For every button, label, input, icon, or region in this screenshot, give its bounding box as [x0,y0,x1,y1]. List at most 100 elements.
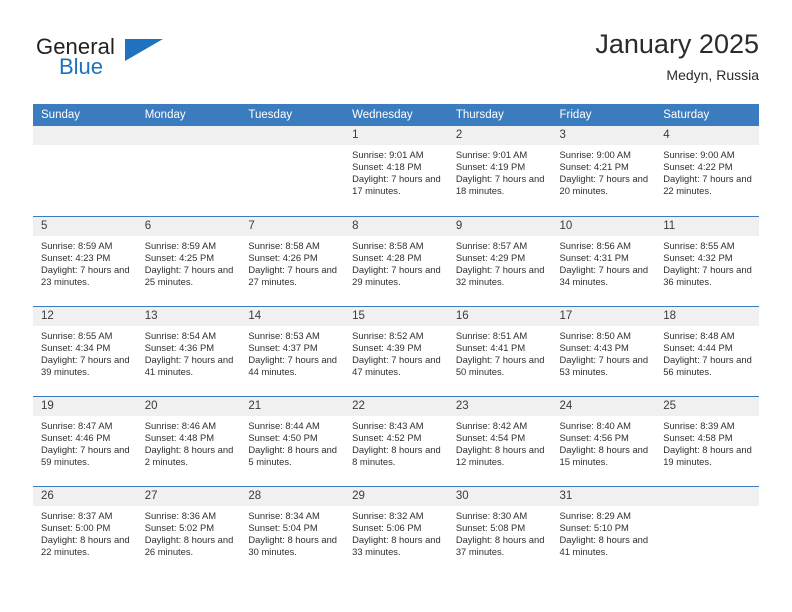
sunset-text: Sunset: 5:06 PM [352,521,422,533]
calendar-day-cell[interactable]: 30 Sunrise: 8:30 AM Sunset: 5:08 PM Dayligh… [447,485,552,576]
calendar-day-cell[interactable]: 12 Sunrise: 8:55 AM Sunset: 4:34 PM Dayligh… [33,305,137,396]
calendar-week-row: 19 Sunrise: 8:47 AM Sunset: 4:46 PM Dayligh… [33,395,759,486]
day-number: 22 [344,396,448,416]
sunset-text: Sunset: 4:22 PM [663,161,733,173]
sunrise-text: Sunrise: 8:57 AM [455,239,528,251]
day-sun-info: Sunrise: 8:43 AM Sunset: 4:52 PM Daylight:… [344,416,448,468]
daylight-text: Daylight: 7 hours and 50 minutes. [455,353,545,377]
sunrise-text: Sunrise: 8:39 AM [663,419,735,431]
day-number [33,126,137,145]
day-number: 8 [344,216,448,236]
daylight-text: Daylight: 7 hours and 29 minutes. [352,263,441,287]
day-number: 3 [551,126,656,145]
day-sun-info: Sunrise: 9:00 AM Sunset: 4:22 PM Daylight:… [655,145,759,197]
calendar-day-cell[interactable]: 18 Sunrise: 8:48 AM Sunset: 4:44 PM Dayligh… [655,305,759,396]
sunset-text: Sunset: 5:00 PM [41,521,111,533]
sunrise-text: Sunrise: 9:00 AM [559,149,631,160]
logo-text-blue: Blue [59,54,104,79]
daylight-text: Daylight: 7 hours and 36 minutes. [663,263,752,287]
general-blue-logo: General Blue [33,34,253,90]
day-number: 11 [655,216,759,236]
calendar-day-cell[interactable]: 17 Sunrise: 8:50 AM Sunset: 4:43 PM Dayligh… [551,305,656,396]
calendar-day-cell[interactable]: 28 Sunrise: 8:34 AM Sunset: 5:04 PM Dayligh… [240,485,345,576]
sunrise-text: Sunrise: 8:29 AM [559,509,631,521]
day-sun-info: Sunrise: 8:52 AM Sunset: 4:39 PM Daylight:… [344,326,448,378]
sunrise-text: Sunrise: 8:55 AM [663,239,735,251]
day-number: 23 [447,396,552,416]
calendar-day-cell[interactable]: 29 Sunrise: 8:32 AM Sunset: 5:06 PM Dayligh… [344,485,448,576]
calendar-day-cell[interactable]: 6 Sunrise: 8:59 AM Sunset: 4:25 PM Daylight… [136,215,241,306]
calendar-day-cell-empty [33,126,137,216]
day-number: 26 [33,486,137,506]
day-sun-info: Sunrise: 8:36 AM Sunset: 5:02 PM Daylight:… [137,506,241,558]
sunset-text: Sunset: 4:29 PM [455,251,526,263]
calendar-day-cell[interactable]: 22 Sunrise: 8:43 AM Sunset: 4:52 PM Dayligh… [344,395,448,486]
sunrise-text: Sunrise: 8:43 AM [352,419,424,431]
day-number: 5 [33,216,137,236]
calendar-day-cell[interactable]: 24 Sunrise: 8:40 AM Sunset: 4:56 PM Dayligh… [551,395,656,486]
sunset-text: Sunset: 4:41 PM [455,341,526,353]
calendar-day-cell-empty [655,485,759,576]
day-sun-info: Sunrise: 8:44 AM Sunset: 4:50 PM Daylight:… [240,416,344,468]
sunset-text: Sunset: 5:08 PM [455,521,526,533]
sunrise-text: Sunrise: 8:51 AM [455,329,528,341]
day-number: 28 [240,486,345,506]
sunset-text: Sunset: 4:36 PM [144,341,215,353]
daylight-text: Daylight: 7 hours and 56 minutes. [663,353,752,377]
calendar-day-cell[interactable]: 20 Sunrise: 8:46 AM Sunset: 4:48 PM Dayligh… [136,395,241,486]
calendar-day-cell-empty [136,126,241,216]
day-sun-info: Sunrise: 8:55 AM Sunset: 4:32 PM Daylight:… [655,236,759,288]
sunset-text: Sunset: 4:34 PM [41,341,111,353]
calendar-day-cell[interactable]: 15 Sunrise: 8:52 AM Sunset: 4:39 PM Dayligh… [344,305,448,396]
sunrise-text: Sunrise: 8:59 AM [41,239,113,251]
day-sun-info: Sunrise: 8:50 AM Sunset: 4:43 PM Daylight:… [552,326,656,378]
calendar-day-cell[interactable]: 2 Sunrise: 9:01 AM Sunset: 4:19 PM Daylight… [447,126,552,216]
daylight-text: Daylight: 7 hours and 53 minutes. [559,353,649,377]
calendar-day-cell[interactable]: 21 Sunrise: 8:44 AM Sunset: 4:50 PM Dayligh… [240,395,345,486]
daylight-text: Daylight: 8 hours and 22 minutes. [41,533,130,557]
sunrise-text: Sunrise: 8:40 AM [559,419,631,431]
calendar-day-cell[interactable]: 9 Sunrise: 8:57 AM Sunset: 4:29 PM Daylight… [447,215,552,306]
sunrise-text: Sunrise: 8:42 AM [455,419,528,431]
calendar-day-cell[interactable]: 31 Sunrise: 8:29 AM Sunset: 5:10 PM Dayligh… [551,485,656,576]
calendar-day-cell[interactable]: 19 Sunrise: 8:47 AM Sunset: 4:46 PM Dayligh… [33,395,137,486]
calendar-day-cell[interactable]: 7 Sunrise: 8:58 AM Sunset: 4:26 PM Daylight… [240,215,345,306]
sunset-text: Sunset: 4:25 PM [144,251,215,263]
calendar-day-cell[interactable]: 23 Sunrise: 8:42 AM Sunset: 4:54 PM Dayligh… [447,395,552,486]
day-sun-info: Sunrise: 8:40 AM Sunset: 4:56 PM Daylight:… [552,416,656,468]
day-number: 9 [447,216,552,236]
calendar-day-cell[interactable]: 27 Sunrise: 8:36 AM Sunset: 5:02 PM Dayligh… [136,485,241,576]
calendar-day-cell[interactable]: 5 Sunrise: 8:59 AM Sunset: 4:23 PM Daylight… [33,215,137,306]
sunset-text: Sunset: 4:46 PM [41,431,111,443]
daylight-text: Daylight: 8 hours and 33 minutes. [352,533,441,557]
calendar-day-cell[interactable]: 8 Sunrise: 8:58 AM Sunset: 4:28 PM Daylight… [344,215,448,306]
calendar-day-cell[interactable]: 1 Sunrise: 9:01 AM Sunset: 4:18 PM Daylight… [344,126,448,216]
calendar-day-cell[interactable]: 14 Sunrise: 8:53 AM Sunset: 4:37 PM Dayligh… [240,305,345,396]
sunset-text: Sunset: 4:28 PM [352,251,422,263]
calendar-page: General Blue January 2025 Medyn, Russia … [0,0,792,612]
daylight-text: Daylight: 8 hours and 41 minutes. [559,533,649,557]
calendar-day-cell[interactable]: 13 Sunrise: 8:54 AM Sunset: 4:36 PM Dayligh… [136,305,241,396]
sunset-text: Sunset: 5:04 PM [248,521,318,533]
weekday-header-friday: Friday [551,104,656,126]
calendar-day-cell[interactable]: 3 Sunrise: 9:00 AM Sunset: 4:21 PM Daylight… [551,126,656,216]
calendar-day-cell[interactable]: 16 Sunrise: 8:51 AM Sunset: 4:41 PM Dayligh… [447,305,552,396]
sunrise-text: Sunrise: 8:34 AM [248,509,320,521]
daylight-text: Daylight: 7 hours and 32 minutes. [455,263,545,287]
day-sun-info: Sunrise: 8:39 AM Sunset: 4:58 PM Daylight:… [655,416,759,468]
calendar-day-cell[interactable]: 25 Sunrise: 8:39 AM Sunset: 4:58 PM Dayligh… [655,395,759,486]
calendar-day-cell[interactable]: 10 Sunrise: 8:56 AM Sunset: 4:31 PM Dayligh… [551,215,656,306]
sunset-text: Sunset: 4:54 PM [455,431,526,443]
calendar-day-cell[interactable]: 26 Sunrise: 8:37 AM Sunset: 5:00 PM Dayligh… [33,485,137,576]
day-number [655,486,759,506]
weekday-header-thursday: Thursday [447,104,552,126]
daylight-text: Daylight: 7 hours and 39 minutes. [41,353,130,377]
sunset-text: Sunset: 4:52 PM [352,431,422,443]
day-number: 19 [33,396,137,416]
sunset-text: Sunset: 4:31 PM [559,251,629,263]
calendar-head: Sunday Monday Tuesday Wednesday Thursday… [33,104,759,126]
calendar-day-cell[interactable]: 11 Sunrise: 8:55 AM Sunset: 4:32 PM Dayligh… [655,215,759,306]
day-number: 14 [240,306,345,326]
calendar-day-cell[interactable]: 4 Sunrise: 9:00 AM Sunset: 4:22 PM Daylight… [655,126,759,216]
location-subtitle: Medyn, Russia [666,67,759,83]
